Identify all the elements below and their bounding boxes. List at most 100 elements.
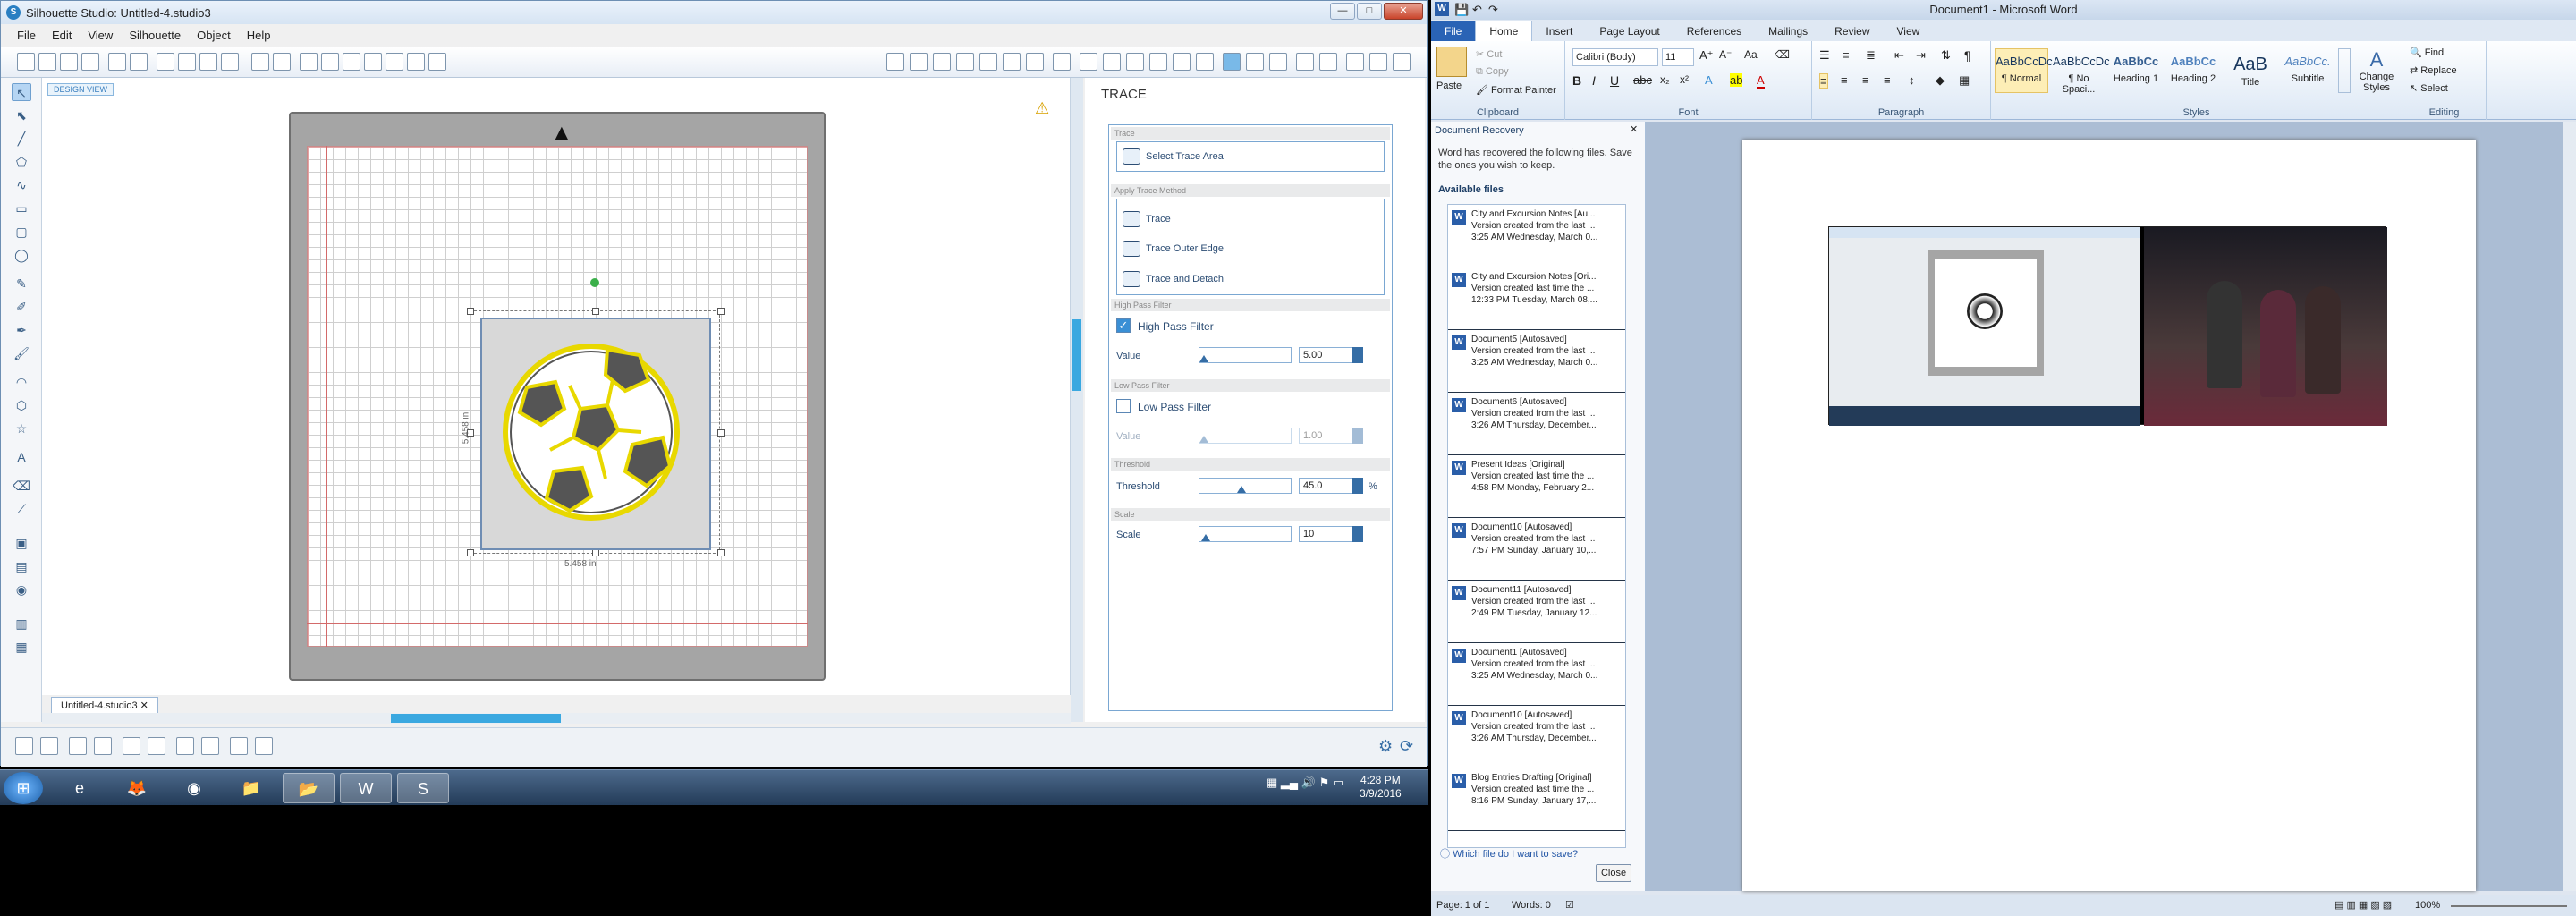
- settings-gear-icon[interactable]: ⚙: [1378, 737, 1393, 756]
- underline-icon[interactable]: U: [1610, 73, 1619, 88]
- resize-handle-top[interactable]: [592, 308, 599, 315]
- tab-references[interactable]: References: [1674, 21, 1755, 41]
- trace-tool-icon[interactable]: [1223, 53, 1241, 71]
- send-to-cutter-icon[interactable]: [130, 53, 148, 71]
- pan-icon[interactable]: [386, 53, 403, 71]
- sort-icon[interactable]: ⇅: [1941, 48, 1951, 63]
- tab-review[interactable]: Review: [1821, 21, 1883, 41]
- document-tab[interactable]: Untitled-4.studio3 ✕: [51, 697, 158, 713]
- slider-knob[interactable]: [1199, 355, 1208, 362]
- scrollbar-thumb[interactable]: [391, 714, 561, 723]
- recovery-close-button[interactable]: Close: [1596, 864, 1631, 882]
- tab-view[interactable]: View: [1884, 21, 1934, 41]
- send-back-icon[interactable]: [201, 737, 219, 755]
- trace-area[interactable]: [480, 318, 711, 550]
- bold-icon[interactable]: B: [1572, 73, 1581, 88]
- store-view-icon[interactable]: ◉: [12, 581, 31, 598]
- word-count[interactable]: Words: 0: [1512, 895, 1551, 915]
- multilevel-list-icon[interactable]: ≣: [1866, 48, 1876, 63]
- curve-tool-icon[interactable]: ∿: [12, 176, 31, 194]
- slider-knob[interactable]: [1201, 534, 1210, 541]
- polygon-tool-icon[interactable]: ⬠: [12, 153, 31, 171]
- tab-insert[interactable]: Insert: [1532, 21, 1586, 41]
- zoom-select-icon[interactable]: [364, 53, 382, 71]
- quick-save-icon[interactable]: 💾: [1454, 0, 1469, 20]
- copy-icon[interactable]: [157, 53, 174, 71]
- print-and-cut-icon[interactable]: [1196, 53, 1214, 71]
- ellipse-tool-icon[interactable]: ◯: [12, 246, 31, 264]
- maximize-button[interactable]: □: [1357, 3, 1382, 20]
- bullets-icon[interactable]: ☰: [1819, 48, 1830, 63]
- menu-file[interactable]: File: [17, 29, 36, 42]
- group-icon[interactable]: [15, 737, 33, 755]
- menu-object[interactable]: Object: [197, 29, 231, 42]
- rounded-rectangle-icon[interactable]: ▢: [12, 223, 31, 241]
- styles-scroll-icon[interactable]: [2338, 48, 2351, 93]
- arc-tool-icon[interactable]: ◠: [12, 373, 31, 391]
- which-file-link[interactable]: ⓘ Which file do I want to save?: [1440, 846, 1578, 861]
- text-effects-icon[interactable]: A: [1705, 73, 1713, 87]
- recovery-close-icon[interactable]: ✕: [1630, 123, 1638, 135]
- line-color-icon[interactable]: [1003, 53, 1021, 71]
- low-pass-slider[interactable]: [1199, 428, 1292, 444]
- silhouette-taskbar-icon[interactable]: S: [397, 773, 449, 803]
- rectangle-tool-icon[interactable]: ▭: [12, 199, 31, 217]
- replicate-icon[interactable]: [1103, 53, 1121, 71]
- align-right-icon[interactable]: ≡: [1862, 73, 1869, 87]
- tab-mailings[interactable]: Mailings: [1755, 21, 1821, 41]
- list-item[interactable]: W City and Excursion Notes [Au... Version …: [1448, 205, 1625, 267]
- word-taskbar-icon[interactable]: W: [340, 773, 392, 803]
- high-pass-slider[interactable]: [1199, 347, 1292, 363]
- tab-home[interactable]: Home: [1475, 21, 1533, 41]
- low-pass-value-input[interactable]: 1.00: [1299, 428, 1352, 444]
- star-tool-icon[interactable]: ☆: [12, 420, 31, 437]
- style-heading-2[interactable]: AaBbCc Heading 2: [2166, 48, 2220, 93]
- menu-silhouette[interactable]: Silhouette: [129, 29, 181, 42]
- paste-button[interactable]: Paste: [1436, 81, 1462, 91]
- resize-handle-br[interactable]: [717, 549, 724, 556]
- slider-knob[interactable]: [1237, 486, 1246, 493]
- refresh-icon[interactable]: ⟳: [1400, 737, 1413, 756]
- release-compound-icon[interactable]: [94, 737, 112, 755]
- strikethrough-icon[interactable]: abc: [1633, 73, 1652, 87]
- list-item[interactable]: W Document11 [Autosaved] Version created f…: [1448, 581, 1625, 643]
- text-style-icon[interactable]: [1053, 53, 1071, 71]
- duplicate-icon[interactable]: [123, 737, 140, 755]
- scale-input[interactable]: 10: [1299, 526, 1352, 542]
- library-panel-icon[interactable]: [1296, 53, 1314, 71]
- zoom-level[interactable]: 100%: [2415, 895, 2440, 915]
- paste-icon[interactable]: [1436, 47, 1467, 77]
- align-center-icon[interactable]: ≡: [1841, 73, 1848, 87]
- inserted-image[interactable]: [1828, 226, 2387, 426]
- tab-file[interactable]: File: [1431, 21, 1476, 41]
- fit-to-page-icon[interactable]: [407, 53, 425, 71]
- rhinestone-icon[interactable]: [1369, 53, 1387, 71]
- replace-button[interactable]: ⇄ Replace: [2410, 64, 2457, 76]
- start-button[interactable]: ⊞: [4, 772, 43, 804]
- folder-window-icon[interactable]: 📂: [283, 773, 335, 803]
- layers-icon[interactable]: ▥: [12, 615, 31, 632]
- cut-panel-icon[interactable]: [1393, 53, 1411, 71]
- font-color-icon[interactable]: A: [1757, 73, 1765, 89]
- menu-help[interactable]: Help: [247, 29, 271, 42]
- paste-icon[interactable]: [178, 53, 196, 71]
- grid-icon[interactable]: [910, 53, 928, 71]
- new-icon[interactable]: [17, 53, 35, 71]
- shading-icon[interactable]: ◆: [1936, 73, 1945, 88]
- print-icon[interactable]: [108, 53, 126, 71]
- change-styles-button[interactable]: A Change Styles: [2354, 48, 2399, 93]
- list-item[interactable]: W Document5 [Autosaved] Version created fr…: [1448, 330, 1625, 393]
- change-case-icon[interactable]: Aa: [1744, 48, 1758, 61]
- threshold-slider[interactable]: [1199, 478, 1292, 494]
- resize-handle-bl[interactable]: [467, 549, 474, 556]
- trace-outer-edge-button[interactable]: Trace Outer Edge: [1123, 233, 1384, 264]
- copy-button[interactable]: ⧉ Copy: [1476, 66, 1509, 78]
- smooth-freehand-icon[interactable]: ✐: [12, 298, 31, 316]
- list-item[interactable]: W Document10 [Autosaved] Version created f…: [1448, 518, 1625, 581]
- windows-icon[interactable]: ▦: [1267, 776, 1277, 789]
- view-buttons-icon[interactable]: ▤ ▥ ▦ ▧ ▨: [2334, 895, 2392, 915]
- trace-button[interactable]: Trace: [1123, 205, 1384, 233]
- knife-icon[interactable]: [1149, 53, 1167, 71]
- design-view-icon[interactable]: ▣: [12, 534, 31, 552]
- scale-spinner[interactable]: [1352, 526, 1363, 542]
